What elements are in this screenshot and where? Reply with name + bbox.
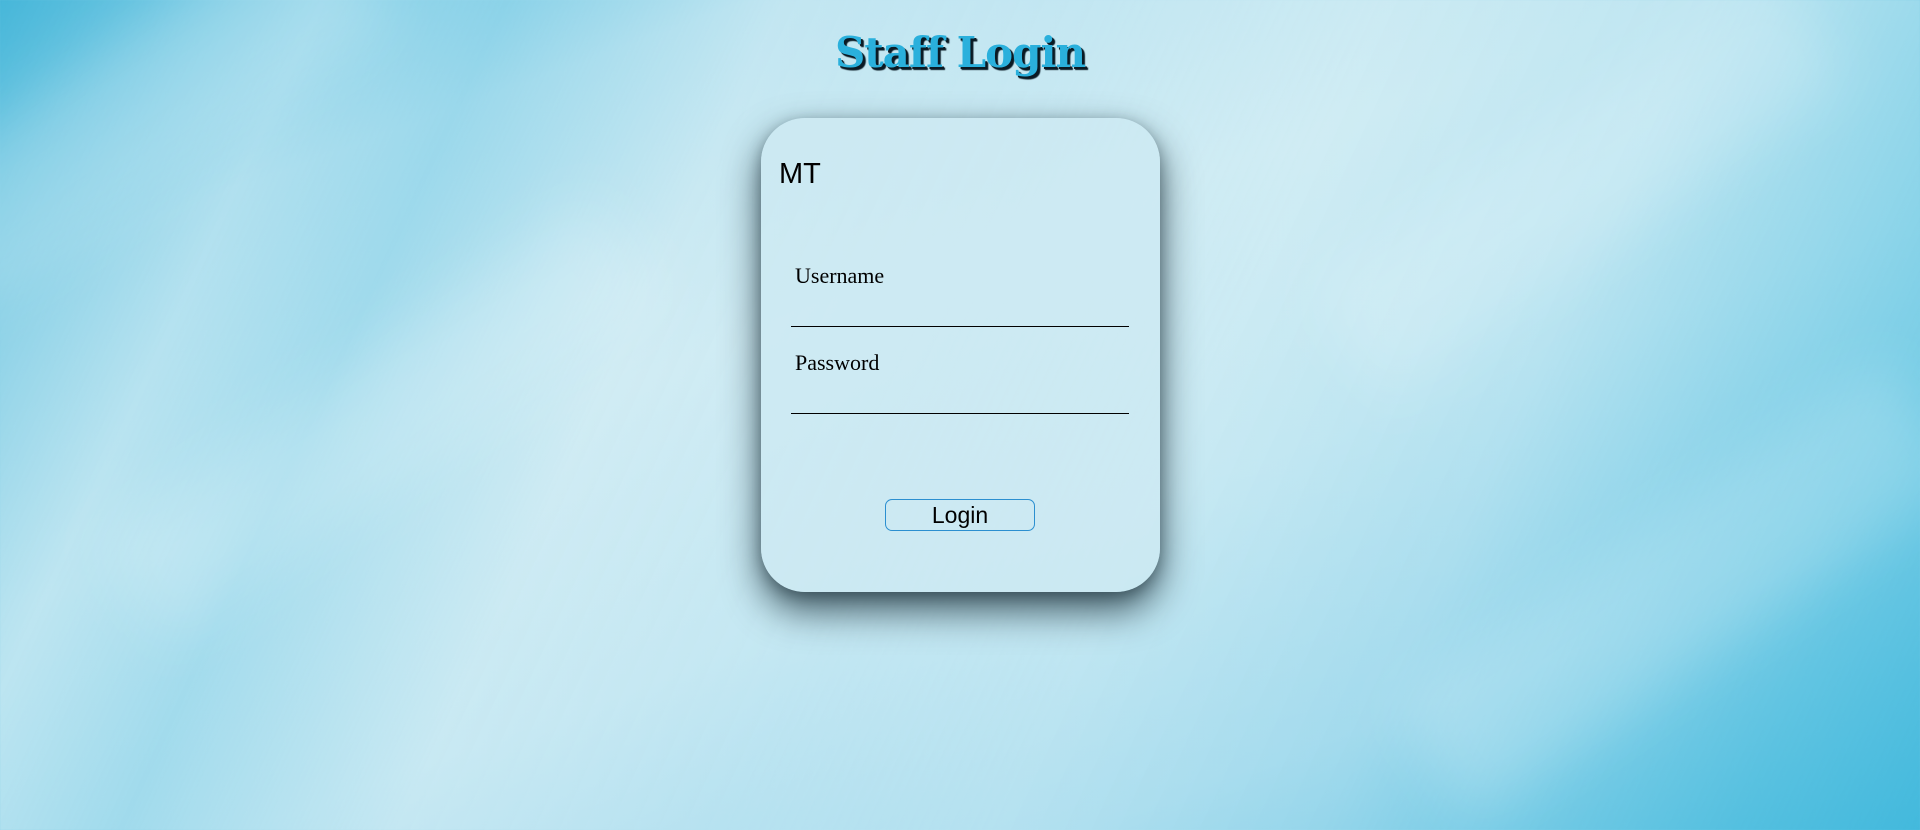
login-card: MT Username Password Login — [761, 118, 1160, 592]
username-input[interactable] — [791, 296, 1129, 327]
username-label: Username — [795, 263, 885, 288]
password-label: Password — [795, 350, 880, 375]
background-streak — [99, 198, 661, 642]
password-input[interactable] — [791, 383, 1129, 414]
login-button[interactable]: Login — [885, 499, 1035, 531]
page-title: Staff Login — [834, 28, 1086, 77]
brand-logo: MT — [779, 158, 821, 190]
background-streak — [1394, 360, 1920, 820]
